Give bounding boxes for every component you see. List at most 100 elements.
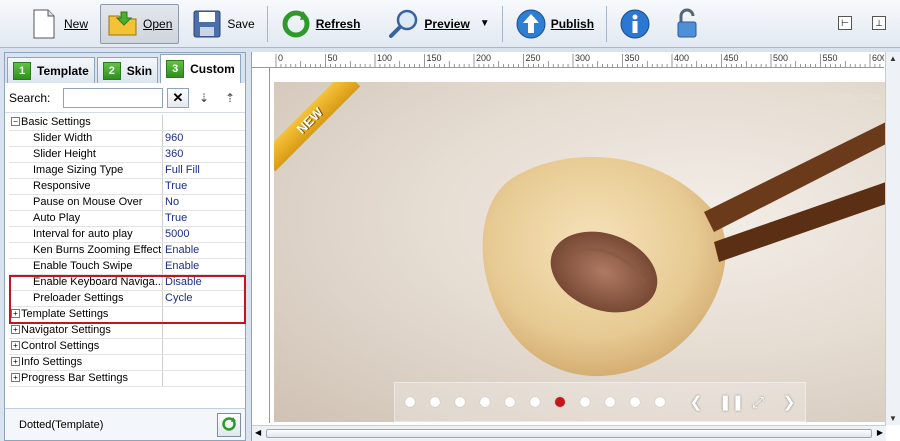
highlight-box xyxy=(9,275,246,324)
save-button[interactable]: Save xyxy=(185,4,260,44)
search-row: Search: ✕ ⇣ ⇡ xyxy=(5,83,245,113)
ruler-tick-label: 400 xyxy=(674,53,689,63)
settings-tabs: 1 Template 2 Skin 3 Custom xyxy=(5,53,245,83)
collapse-icon[interactable]: ⊥ xyxy=(872,16,886,30)
expand-icon[interactable]: + xyxy=(11,340,20,350)
navigation-dot[interactable] xyxy=(555,397,565,407)
property-value[interactable]: True xyxy=(163,179,187,194)
prev-slide-icon[interactable]: ❮ xyxy=(688,393,704,411)
scroll-up-icon[interactable]: ▲ xyxy=(889,54,897,63)
property-value[interactable]: Enable xyxy=(163,259,199,274)
tab-number-badge: 1 xyxy=(13,61,31,80)
property-value[interactable]: 5000 xyxy=(163,227,189,242)
property-row[interactable]: Responsive True xyxy=(9,179,245,195)
navigation-dot[interactable] xyxy=(480,397,490,407)
search-input[interactable] xyxy=(63,87,163,108)
scroll-left-icon[interactable]: ◀ xyxy=(255,428,261,437)
category-label: Basic Settings xyxy=(21,116,91,128)
navigation-dot[interactable] xyxy=(405,397,415,407)
navigation-dot[interactable] xyxy=(630,397,640,407)
next-slide-icon[interactable]: ❯ xyxy=(781,393,797,411)
navigation-dot[interactable] xyxy=(580,397,590,407)
tab-custom[interactable]: 3 Custom xyxy=(160,54,241,83)
ruler-tick-label: 250 xyxy=(526,53,541,63)
property-row[interactable]: Ken Burns Zooming Effect Enable xyxy=(9,243,245,259)
main-toolbar: New Open Save Refresh Preview ▼ Publish xyxy=(0,0,900,48)
category-control-settings[interactable]: + Control Settings xyxy=(9,339,245,355)
property-row[interactable]: Interval for auto play 5000 xyxy=(9,227,245,243)
window-controls: ⊢ ⊥ xyxy=(838,16,886,30)
tab-number-badge: 2 xyxy=(102,61,121,80)
refresh-icon xyxy=(221,416,237,435)
property-row[interactable]: Enable Touch Swipe Enable xyxy=(9,259,245,275)
ruler-tick-label: 150 xyxy=(427,53,442,63)
settings-panel: 1 Template 2 Skin 3 Custom Search: ✕ ⇣ ⇡… xyxy=(4,52,246,441)
close-icon: ✕ xyxy=(172,89,184,105)
preview-button[interactable]: Preview ▼ xyxy=(382,4,495,44)
sort-ascending-icon[interactable]: ⇡ xyxy=(219,88,241,108)
tab-skin[interactable]: 2 Skin xyxy=(96,57,159,83)
collapse-icon[interactable]: − xyxy=(11,116,20,126)
expand-icon[interactable]: + xyxy=(11,356,20,366)
navigation-dot[interactable] xyxy=(655,397,665,407)
property-value[interactable]: Full Fill xyxy=(163,163,200,178)
clear-search-button[interactable]: ✕ xyxy=(167,87,189,108)
new-button[interactable]: New xyxy=(22,4,94,44)
sort-descending-icon[interactable]: ⇣ xyxy=(193,88,215,108)
property-row[interactable]: Slider Width 960 xyxy=(9,131,245,147)
scroll-right-icon[interactable]: ▶ xyxy=(877,428,883,437)
search-label: Search: xyxy=(9,90,51,105)
dock-left-icon[interactable]: ⊢ xyxy=(838,16,852,30)
navigation-dot[interactable] xyxy=(455,397,465,407)
property-name: Auto Play xyxy=(9,211,163,226)
property-value[interactable]: 360 xyxy=(163,147,183,162)
property-value[interactable]: Enable xyxy=(163,243,199,258)
navigation-dot[interactable] xyxy=(505,397,515,407)
property-row[interactable]: Image Sizing Type Full Fill xyxy=(9,163,245,179)
category-basic-settings[interactable]: − Basic Settings xyxy=(9,115,245,131)
category-progress-bar-settings[interactable]: + Progress Bar Settings xyxy=(9,371,245,387)
property-value[interactable]: True xyxy=(163,211,187,226)
category-info-settings[interactable]: + Info Settings xyxy=(9,355,245,371)
slider-preview[interactable]: hislider.com NEW ❮ ❚❚ ⤢ ❯ xyxy=(274,82,886,422)
open-label: Open xyxy=(143,16,173,31)
category-navigator-settings[interactable]: + Navigator Settings xyxy=(9,323,245,339)
property-row[interactable]: Slider Height 360 xyxy=(9,147,245,163)
navigation-dot[interactable] xyxy=(605,397,615,407)
property-row[interactable]: Auto Play True xyxy=(9,211,245,227)
toolbar-separator xyxy=(501,5,503,42)
register-button[interactable] xyxy=(665,4,709,44)
expand-icon[interactable]: + xyxy=(11,324,20,334)
vertical-scrollbar[interactable]: ▲ ▼ xyxy=(885,52,900,425)
apply-template-button[interactable] xyxy=(217,413,241,437)
scrollbar-thumb[interactable] xyxy=(266,429,872,438)
expand-icon[interactable]: + xyxy=(11,372,20,382)
slide-image xyxy=(482,122,886,377)
property-name: Responsive xyxy=(9,179,163,194)
property-value[interactable]: 960 xyxy=(163,131,183,146)
vertical-ruler xyxy=(252,68,270,423)
tab-label: Template xyxy=(37,63,89,78)
chevron-down-icon[interactable]: ▼ xyxy=(480,18,490,29)
new-document-icon xyxy=(28,8,60,40)
publish-button[interactable]: Publish xyxy=(509,4,600,44)
refresh-icon xyxy=(280,8,312,40)
scroll-down-icon[interactable]: ▼ xyxy=(889,414,897,423)
publish-label: Publish xyxy=(550,16,595,31)
fullscreen-icon[interactable]: ⤢ xyxy=(750,394,766,411)
navigation-dot[interactable] xyxy=(430,397,440,407)
ruler-tick-label: 0 xyxy=(278,53,283,63)
navigation-dot[interactable] xyxy=(530,397,540,407)
property-value[interactable]: No xyxy=(163,195,179,210)
pause-icon[interactable]: ❚❚ xyxy=(719,393,744,411)
upload-arrow-icon xyxy=(515,8,547,40)
open-button[interactable]: Open xyxy=(100,3,180,44)
unlock-icon xyxy=(671,8,703,40)
property-name: Slider Height xyxy=(9,147,163,162)
horizontal-ruler: 0 50 100 150 200 250 300 350 400 450 500 550 600 xyxy=(252,52,884,68)
property-row[interactable]: Pause on Mouse Over No xyxy=(9,195,245,211)
about-button[interactable] xyxy=(613,4,657,44)
horizontal-scrollbar[interactable]: ◀ ▶ xyxy=(252,425,886,441)
refresh-button[interactable]: Refresh xyxy=(274,4,367,44)
tab-template[interactable]: 1 Template xyxy=(7,57,95,83)
